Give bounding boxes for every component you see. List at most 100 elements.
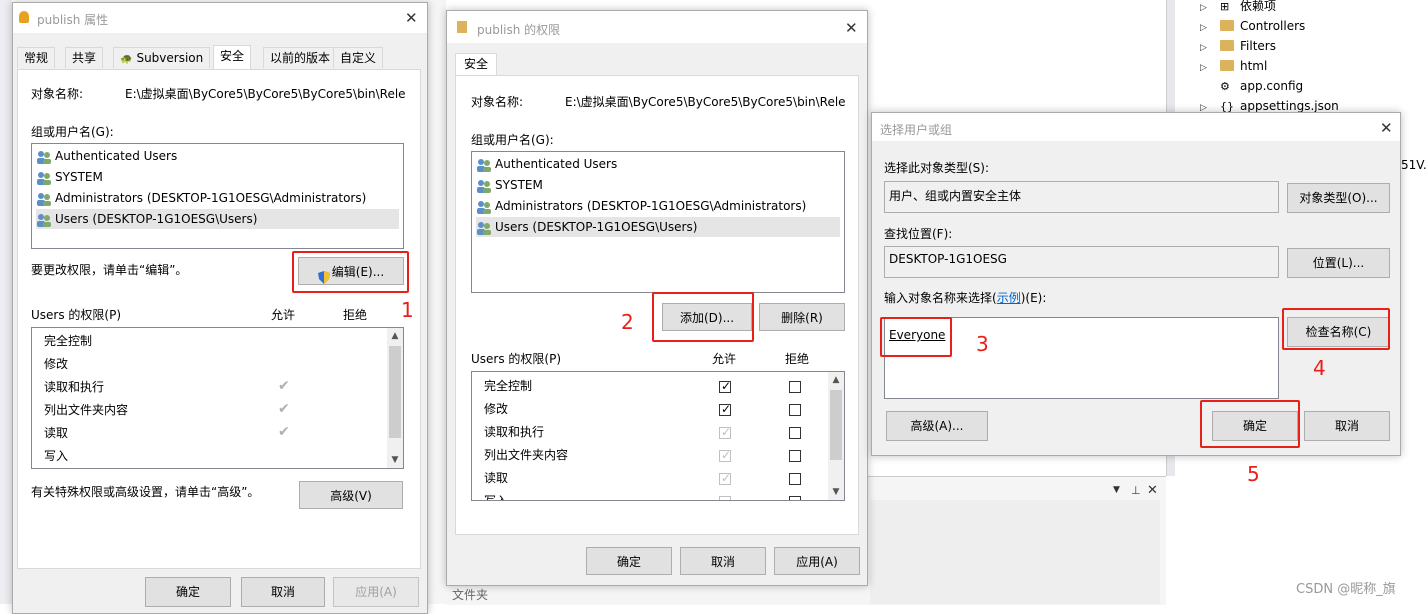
deny-checkbox[interactable]	[789, 496, 801, 500]
ok-button[interactable]: 确定	[586, 547, 672, 575]
checkmark-icon: ✓	[721, 402, 732, 416]
tab-sharing[interactable]: 共享	[65, 47, 104, 68]
panel-dropdown-icon[interactable]: ▼	[1113, 485, 1120, 495]
list-item[interactable]: SYSTEM	[36, 167, 399, 187]
properties-dialog: publish 属性 ✕ 常规 共享 🐢 Subversion 安全 以前的版本 …	[12, 2, 428, 614]
permission-row: 修改	[484, 402, 509, 416]
permission-row: 读取和执行	[44, 380, 105, 394]
scroll-up-icon[interactable]: ▲	[828, 372, 844, 388]
panel-close-icon[interactable]: ✕	[1147, 483, 1158, 498]
locations-button[interactable]: 位置(L)...	[1287, 248, 1390, 278]
permissions-scrollbar[interactable]: ▲ ▼	[387, 328, 403, 468]
object-types-button[interactable]: 对象类型(O)...	[1287, 183, 1390, 213]
scroll-down-icon[interactable]: ▼	[387, 452, 403, 468]
permissions-list[interactable]: 完全控制 修改 读取和执行 列出文件夹内容 读取 写入 ✔ ✔ ✔ ▲ ▼	[31, 327, 404, 469]
annotation-1: 1	[401, 298, 414, 322]
permission-row: 读取	[44, 426, 69, 440]
remove-button[interactable]: 删除(R)	[759, 303, 845, 331]
allow-header: 允许	[271, 308, 296, 322]
apply-button[interactable]: 应用(A)	[333, 577, 419, 607]
scroll-thumb[interactable]	[389, 346, 401, 438]
apply-button[interactable]: 应用(A)	[774, 547, 860, 575]
list-item[interactable]: Authenticated Users	[476, 154, 840, 174]
close-icon[interactable]: ✕	[1380, 119, 1393, 137]
list-item[interactable]: Users (DESKTOP-1G1OESG\Users)	[36, 209, 399, 229]
permissions-title: publish 的权限	[477, 23, 561, 37]
select-users-title: 选择用户或组	[880, 123, 953, 137]
ide-left-strip	[0, 0, 12, 604]
select-users-dialog: 选择用户或组 ✕ 选择此对象类型(S): 用户、组或内置安全主体 对象类型(O)…	[871, 112, 1401, 456]
users-listbox[interactable]: Authenticated Users SYSTEM Administrator…	[471, 151, 845, 293]
allow-checkbox[interactable]	[719, 496, 731, 500]
users-icon	[36, 150, 52, 164]
tab-previous-versions[interactable]: 以前的版本	[263, 47, 338, 68]
scroll-down-icon[interactable]: ▼	[828, 484, 844, 500]
close-icon[interactable]: ✕	[405, 9, 418, 27]
permission-row: 读取和执行	[484, 425, 545, 439]
panel-pin-icon[interactable]: ⊥	[1131, 484, 1141, 497]
advanced-button[interactable]: 高级(A)...	[886, 411, 988, 441]
tree-item-app-config[interactable]: ⚙ app.config	[1200, 76, 1303, 96]
deny-checkbox[interactable]	[789, 450, 801, 462]
folder-icon	[1220, 20, 1234, 31]
enter-names-label: 输入对象名称来选择(示例)(E):	[884, 291, 1047, 305]
permissions-scrollbar[interactable]: ▲ ▼	[828, 372, 844, 500]
advanced-button[interactable]: 高级(V)	[299, 481, 403, 509]
folder-icon	[457, 21, 467, 33]
permission-row: 写入	[484, 494, 509, 501]
allow-checkbox[interactable]: ✓	[719, 448, 731, 462]
permission-row: 写入	[44, 449, 69, 463]
list-item[interactable]: Administrators (DESKTOP-1G1OESG\Administ…	[36, 188, 399, 208]
checkmark-icon: ✔	[278, 424, 290, 440]
highlight-everyone	[880, 317, 952, 357]
deny-checkbox[interactable]	[789, 404, 801, 416]
permissions-list[interactable]: 完全控制 修改 读取和执行 列出文件夹内容 读取 写入 ✓ ✓ ✓ ✓ ✓ ▲ …	[471, 371, 845, 501]
annotation-5: 5	[1247, 462, 1260, 486]
users-icon	[476, 200, 492, 214]
change-hint: 要更改权限，请单击“编辑”。	[31, 263, 188, 277]
close-icon[interactable]: ✕	[845, 19, 858, 37]
tab-general[interactable]: 常规	[17, 47, 56, 68]
allow-checkbox[interactable]: ✓	[719, 471, 731, 485]
checkmark-icon: ✓	[721, 379, 732, 393]
scroll-up-icon[interactable]: ▲	[387, 328, 403, 344]
ok-button[interactable]: 确定	[145, 577, 231, 607]
list-item[interactable]: SYSTEM	[476, 175, 840, 195]
perms-label: Users 的权限(P)	[31, 308, 122, 322]
ide-bottom-inner	[870, 500, 1160, 604]
list-item[interactable]: Users (DESKTOP-1G1OESG\Users)	[476, 217, 840, 237]
tree-item-dependencies[interactable]: ▷ ⊞ 依赖项	[1200, 0, 1276, 16]
list-item[interactable]: Administrators (DESKTOP-1G1OESG\Administ…	[476, 196, 840, 216]
list-item[interactable]: Authenticated Users	[36, 146, 399, 166]
tree-item-filters[interactable]: ▷ Filters	[1200, 36, 1276, 56]
deny-checkbox[interactable]	[789, 381, 801, 393]
cancel-button[interactable]: 取消	[241, 577, 325, 607]
tree-item-html[interactable]: ▷ html	[1200, 56, 1267, 76]
cancel-button[interactable]: 取消	[680, 547, 766, 575]
users-icon	[36, 213, 52, 227]
folder-icon	[1220, 60, 1234, 71]
properties-tabs: 常规 共享 🐢 Subversion 安全 以前的版本 自定义	[17, 45, 423, 70]
tree-item-controllers[interactable]: ▷ Controllers	[1200, 16, 1305, 36]
allow-checkbox[interactable]: ✓	[719, 425, 731, 439]
permission-row: 列出文件夹内容	[484, 448, 569, 462]
deny-checkbox[interactable]	[789, 427, 801, 439]
cancel-button[interactable]: 取消	[1304, 411, 1390, 441]
deny-checkbox[interactable]	[789, 473, 801, 485]
highlight-edit-button	[292, 251, 409, 293]
tab-security[interactable]: 安全	[213, 45, 252, 70]
highlight-check-names	[1282, 308, 1390, 350]
tab-custom[interactable]: 自定义	[333, 47, 384, 68]
permissions-titlebar: publish 的权限 ✕	[447, 11, 867, 43]
dependencies-icon: ⊞	[1220, 0, 1230, 13]
tab-subversion[interactable]: 🐢 Subversion	[113, 47, 211, 68]
allow-checkbox[interactable]: ✓	[719, 402, 732, 416]
permissions-tabs: 安全	[455, 53, 859, 78]
users-listbox[interactable]: Authenticated Users SYSTEM Administrator…	[31, 143, 404, 249]
perms-label: Users 的权限(P)	[471, 352, 562, 366]
allow-checkbox[interactable]: ✓	[719, 379, 732, 393]
deny-header: 拒绝	[343, 308, 368, 322]
examples-link[interactable]: 示例	[997, 291, 1021, 305]
scroll-thumb[interactable]	[830, 390, 842, 460]
users-icon	[476, 221, 492, 235]
